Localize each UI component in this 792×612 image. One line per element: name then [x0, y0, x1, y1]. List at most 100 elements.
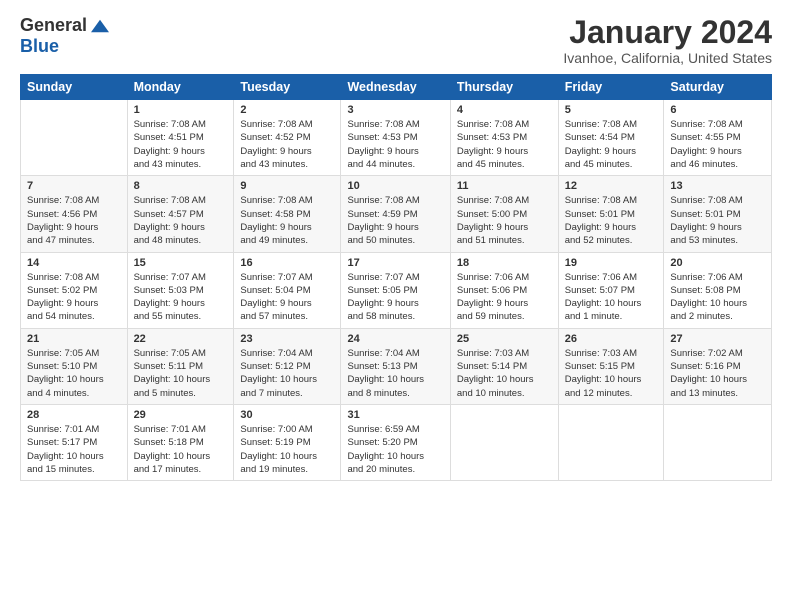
table-cell — [664, 404, 772, 480]
table-cell — [450, 404, 558, 480]
week-row-1: 1 Sunrise: 7:08 AMSunset: 4:51 PMDaylight… — [21, 100, 772, 176]
day-number: 6 — [670, 104, 765, 116]
week-row-2: 7 Sunrise: 7:08 AMSunset: 4:56 PMDaylight… — [21, 176, 772, 252]
table-cell: 22 Sunrise: 7:05 AMSunset: 5:11 PMDayligh… — [127, 328, 234, 404]
table-cell: 11 Sunrise: 7:08 AMSunset: 5:00 PMDayligh… — [450, 176, 558, 252]
day-number: 11 — [457, 180, 552, 192]
header-row: Sunday Monday Tuesday Wednesday Thursday… — [21, 75, 772, 100]
table-cell — [21, 100, 128, 176]
day-number: 22 — [134, 333, 228, 345]
table-cell: 28 Sunrise: 7:01 AMSunset: 5:17 PMDayligh… — [21, 404, 128, 480]
table-cell: 27 Sunrise: 7:02 AMSunset: 5:16 PMDayligh… — [664, 328, 772, 404]
table-cell: 4 Sunrise: 7:08 AMSunset: 4:53 PMDaylight… — [450, 100, 558, 176]
day-number: 1 — [134, 104, 228, 116]
table-cell: 13 Sunrise: 7:08 AMSunset: 5:01 PMDayligh… — [664, 176, 772, 252]
table-cell: 6 Sunrise: 7:08 AMSunset: 4:55 PMDaylight… — [664, 100, 772, 176]
table-cell: 3Sunrise: 7:08 AMSunset: 4:53 PMDaylight… — [341, 100, 450, 176]
table-cell: 21 Sunrise: 7:05 AMSunset: 5:10 PMDayligh… — [21, 328, 128, 404]
location-subtitle: Ivanhoe, California, United States — [563, 50, 772, 66]
table-cell: 25Sunrise: 7:03 AMSunset: 5:14 PMDayligh… — [450, 328, 558, 404]
table-cell: 24 Sunrise: 7:04 AMSunset: 5:13 PMDayligh… — [341, 328, 450, 404]
day-number: 7 — [27, 180, 121, 192]
day-info: Sunrise: 7:08 AMSunset: 4:56 PMDaylight:… — [27, 194, 121, 247]
col-wednesday: Wednesday — [341, 75, 450, 100]
day-number: 30 — [240, 409, 334, 421]
table-cell: 5Sunrise: 7:08 AMSunset: 4:54 PMDaylight… — [558, 100, 664, 176]
day-info: Sunrise: 7:08 AMSunset: 4:54 PMDaylight:… — [565, 118, 658, 171]
day-info: Sunrise: 7:08 AMSunset: 5:01 PMDaylight:… — [565, 194, 658, 247]
day-number: 4 — [457, 104, 552, 116]
table-cell: 2 Sunrise: 7:08 AMSunset: 4:52 PMDaylight… — [234, 100, 341, 176]
table-cell: 20Sunrise: 7:06 AMSunset: 5:08 PMDayligh… — [664, 252, 772, 328]
day-info: Sunrise: 7:08 AMSunset: 4:52 PMDaylight:… — [240, 118, 334, 171]
col-saturday: Saturday — [664, 75, 772, 100]
table-cell: 17 Sunrise: 7:07 AMSunset: 5:05 PMDayligh… — [341, 252, 450, 328]
table-cell: 23 Sunrise: 7:04 AMSunset: 5:12 PMDayligh… — [234, 328, 341, 404]
day-info: Sunrise: 7:06 AMSunset: 5:07 PMDaylight:… — [565, 271, 658, 324]
day-info: Sunrise: 7:03 AMSunset: 5:15 PMDaylight:… — [565, 347, 658, 400]
day-info: Sunrise: 7:04 AMSunset: 5:13 PMDaylight:… — [347, 347, 443, 400]
day-number: 19 — [565, 257, 658, 269]
table-cell: 14 Sunrise: 7:08 AMSunset: 5:02 PMDayligh… — [21, 252, 128, 328]
table-cell: 10Sunrise: 7:08 AMSunset: 4:59 PMDayligh… — [341, 176, 450, 252]
day-number: 28 — [27, 409, 121, 421]
day-number: 21 — [27, 333, 121, 345]
day-number: 14 — [27, 257, 121, 269]
day-info: Sunrise: 7:08 AMSunset: 4:53 PMDaylight:… — [457, 118, 552, 171]
logo: General Blue — [20, 15, 109, 57]
day-info: Sunrise: 7:01 AMSunset: 5:18 PMDaylight:… — [134, 423, 228, 476]
table-cell: 7 Sunrise: 7:08 AMSunset: 4:56 PMDaylight… — [21, 176, 128, 252]
day-number: 31 — [347, 409, 443, 421]
logo-general-text: General — [20, 15, 87, 36]
day-info: Sunrise: 7:02 AMSunset: 5:16 PMDaylight:… — [670, 347, 765, 400]
col-thursday: Thursday — [450, 75, 558, 100]
day-info: Sunrise: 7:07 AMSunset: 5:04 PMDaylight:… — [240, 271, 334, 324]
day-number: 13 — [670, 180, 765, 192]
day-number: 9 — [240, 180, 334, 192]
table-cell: 19 Sunrise: 7:06 AMSunset: 5:07 PMDayligh… — [558, 252, 664, 328]
table-cell: 30 Sunrise: 7:00 AMSunset: 5:19 PMDayligh… — [234, 404, 341, 480]
header: General Blue January 2024 Ivanhoe, Calif… — [20, 15, 772, 66]
day-info: Sunrise: 7:00 AMSunset: 5:19 PMDaylight:… — [240, 423, 334, 476]
day-number: 23 — [240, 333, 334, 345]
day-info: Sunrise: 7:04 AMSunset: 5:12 PMDaylight:… — [240, 347, 334, 400]
day-number: 26 — [565, 333, 658, 345]
col-monday: Monday — [127, 75, 234, 100]
logo-blue-text: Blue — [20, 36, 59, 57]
calendar-table: Sunday Monday Tuesday Wednesday Thursday… — [20, 74, 772, 481]
table-cell — [558, 404, 664, 480]
week-row-4: 21 Sunrise: 7:05 AMSunset: 5:10 PMDayligh… — [21, 328, 772, 404]
page: General Blue January 2024 Ivanhoe, Calif… — [0, 0, 792, 612]
table-cell: 9Sunrise: 7:08 AMSunset: 4:58 PMDaylight… — [234, 176, 341, 252]
day-info: Sunrise: 7:08 AMSunset: 5:00 PMDaylight:… — [457, 194, 552, 247]
table-cell: 16 Sunrise: 7:07 AMSunset: 5:04 PMDayligh… — [234, 252, 341, 328]
day-number: 8 — [134, 180, 228, 192]
day-number: 24 — [347, 333, 443, 345]
logo-icon — [91, 17, 109, 35]
day-info: Sunrise: 7:07 AMSunset: 5:05 PMDaylight:… — [347, 271, 443, 324]
day-number: 10 — [347, 180, 443, 192]
day-number: 12 — [565, 180, 658, 192]
month-title: January 2024 — [563, 15, 772, 50]
day-info: Sunrise: 7:06 AMSunset: 5:08 PMDaylight:… — [670, 271, 765, 324]
day-info: Sunrise: 7:08 AMSunset: 4:51 PMDaylight:… — [134, 118, 228, 171]
table-cell: 15Sunrise: 7:07 AMSunset: 5:03 PMDayligh… — [127, 252, 234, 328]
day-number: 25 — [457, 333, 552, 345]
table-cell: 12 Sunrise: 7:08 AMSunset: 5:01 PMDayligh… — [558, 176, 664, 252]
day-number: 29 — [134, 409, 228, 421]
day-number: 27 — [670, 333, 765, 345]
day-info: Sunrise: 7:08 AMSunset: 4:55 PMDaylight:… — [670, 118, 765, 171]
day-number: 17 — [347, 257, 443, 269]
table-cell: 1 Sunrise: 7:08 AMSunset: 4:51 PMDaylight… — [127, 100, 234, 176]
day-info: Sunrise: 7:05 AMSunset: 5:11 PMDaylight:… — [134, 347, 228, 400]
day-info: Sunrise: 7:01 AMSunset: 5:17 PMDaylight:… — [27, 423, 121, 476]
day-number: 2 — [240, 104, 334, 116]
title-section: January 2024 Ivanhoe, California, United… — [563, 15, 772, 66]
table-cell: 8Sunrise: 7:08 AMSunset: 4:57 PMDaylight… — [127, 176, 234, 252]
day-info: Sunrise: 7:08 AMSunset: 5:02 PMDaylight:… — [27, 271, 121, 324]
day-number: 16 — [240, 257, 334, 269]
day-info: Sunrise: 7:05 AMSunset: 5:10 PMDaylight:… — [27, 347, 121, 400]
col-sunday: Sunday — [21, 75, 128, 100]
table-cell: 26 Sunrise: 7:03 AMSunset: 5:15 PMDayligh… — [558, 328, 664, 404]
day-info: Sunrise: 7:08 AMSunset: 5:01 PMDaylight:… — [670, 194, 765, 247]
